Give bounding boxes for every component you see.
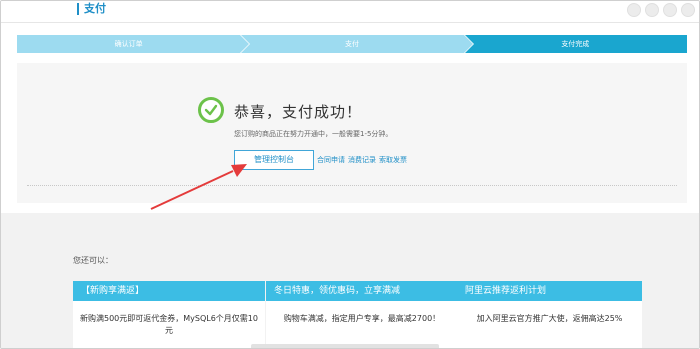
card-header: 冬日特惠，领优惠码，立享满减 [266,281,458,301]
top-header: 支付 [1,1,699,23]
window-button-4[interactable] [681,3,695,17]
recommendations-area: 您还可以： 【新购享满返】 新购满500元即可返代金券，MySQL6个月仅需10… [1,213,699,348]
progress-steps: 确认订单 支付 支付完成 [17,34,687,54]
step-label: 确认订单 [114,40,143,48]
step-label: 支付完成 [561,40,590,48]
dotted-divider [27,185,677,186]
step-pay: 支付 [240,34,474,54]
step-chevron [240,35,250,53]
success-subtitle: 您订购的商品正在努力开通中，一般需要1-5分钟。 [234,130,393,138]
card-header: 阿里云推荐返利计划 [457,281,642,301]
page-frame: 支付 确认订单 支付 支付完成 恭喜，支付成功！ 您订购的商品正在努力开通中，一… [0,0,700,349]
consumption-record-link[interactable]: 消费记录 [348,155,376,165]
step-chevron [463,35,473,53]
step-confirm-order: 确认订单 [17,34,251,54]
card-body: 购物车满减，指定用户专享，最高减2700！ [283,314,441,323]
step-label: 支付 [344,40,359,48]
success-title: 恭喜，支付成功！ [234,103,363,121]
success-panel: 恭喜，支付成功！ 您订购的商品正在努力开通中，一般需要1-5分钟。 管理控制台 … [17,63,687,203]
also-label: 您还可以： [73,256,113,265]
card-body: 新购满500元即可返代金券，MySQL6个月仅需10元 [79,314,258,335]
window-button-1[interactable] [627,3,641,17]
contract-apply-link[interactable]: 合同申请 [317,155,345,165]
promo-card-referral[interactable]: 阿里云推荐返利计划 加入阿里云官方推广大使，返佣高达25% [457,281,642,348]
card-body: 加入阿里云官方推广大使，返佣高达25% [476,314,623,323]
window-button-2[interactable] [645,3,659,17]
step-pay-complete: 支付完成 [463,35,687,53]
action-links: 合同申请 消费记录 索取发票 [317,155,407,165]
horizontal-scrollbar[interactable] [251,344,439,348]
checkmark-icon [198,97,224,123]
card-header: 【新购享满返】 [73,281,265,301]
console-button[interactable]: 管理控制台 [234,150,314,170]
promo-card-winter-deal[interactable]: 冬日特惠，领优惠码，立享满减 购物车满减，指定用户专享，最高减2700！ [266,281,458,348]
page-title: 支付 [77,3,106,15]
request-invoice-link[interactable]: 索取发票 [379,155,407,165]
window-controls [627,3,695,17]
window-button-3[interactable] [663,3,677,17]
promo-card-new-purchase[interactable]: 【新购享满返】 新购满500元即可返代金券，MySQL6个月仅需10元 [73,281,265,348]
